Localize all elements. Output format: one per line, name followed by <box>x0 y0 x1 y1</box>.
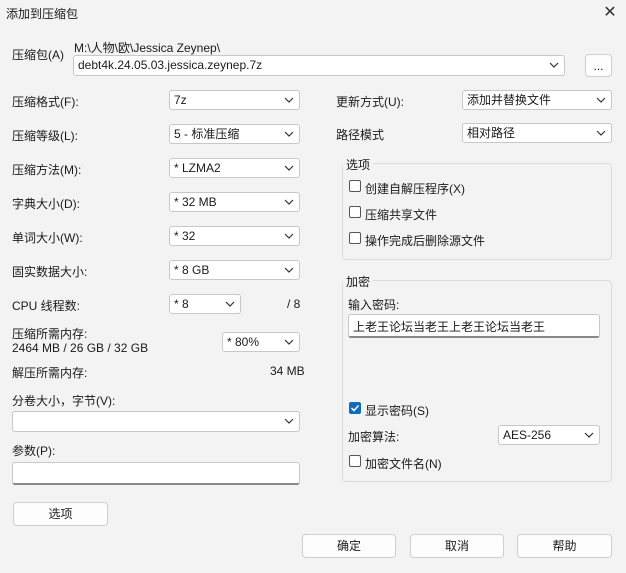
pathmode-combo[interactable]: 相对路径 <box>462 123 612 143</box>
show-password-label: 显示密码(S) <box>365 404 429 418</box>
ok-button[interactable]: 确定 <box>302 534 396 558</box>
params-label: 参数(P): <box>12 444 56 458</box>
options-group-title: 选项 <box>343 156 374 173</box>
level-value: 5 - 标准压缩 <box>174 127 240 141</box>
chevron-down-icon <box>595 93 607 107</box>
shared-files-checkbox[interactable] <box>349 206 361 218</box>
word-label: 单词大小(W): <box>12 231 83 245</box>
password-value: 上老王论坛当老王上老王论坛当老王 <box>353 320 546 334</box>
archive-label: 压缩包(A) <box>12 48 64 62</box>
split-label: 分卷大小，字节(V): <box>12 394 116 408</box>
format-label: 压缩格式(F): <box>12 95 79 109</box>
window-title: 添加到压缩包 <box>6 7 79 21</box>
mem-decompress-label: 解压所需内存: <box>12 366 88 380</box>
show-password-checkbox[interactable] <box>349 402 361 414</box>
browse-button[interactable]: ... <box>585 54 612 77</box>
solid-value: * 8 GB <box>174 263 210 277</box>
encryption-group-title: 加密 <box>343 273 374 290</box>
word-value: * 32 <box>174 229 196 243</box>
encryption-method-combo[interactable]: AES-256 <box>498 425 600 445</box>
chevron-down-icon <box>224 297 236 311</box>
encrypt-names-label: 加密文件名(N) <box>365 457 442 471</box>
close-icon[interactable]: ✕ <box>600 3 620 23</box>
mem-compress-detail: 2464 MB / 26 GB / 32 GB <box>12 341 149 355</box>
mem-decompress-value: 34 MB <box>270 364 305 378</box>
format-combo[interactable]: 7z <box>169 90 300 110</box>
options-button[interactable]: 选项 <box>13 502 108 526</box>
mem-usage-combo[interactable]: * 80% <box>222 332 300 352</box>
params-input[interactable] <box>12 462 300 485</box>
chevron-down-icon <box>283 414 295 428</box>
archive-filename-combo[interactable]: debt4k.24.05.03.jessica.zeynep.7z <box>73 55 565 76</box>
dict-value: * 32 MB <box>174 195 217 209</box>
chevron-down-icon <box>283 195 295 209</box>
encrypt-names-checkbox[interactable] <box>349 455 361 467</box>
archive-path: M:\人物\欧\Jessica Zeynep\ <box>74 41 221 55</box>
pathmode-value: 相对路径 <box>467 126 516 140</box>
format-value: 7z <box>174 93 187 107</box>
level-combo[interactable]: 5 - 标准压缩 <box>169 124 300 144</box>
solid-combo[interactable]: * 8 GB <box>169 260 300 280</box>
chevron-down-icon <box>283 161 295 175</box>
title-bar <box>0 0 626 26</box>
word-combo[interactable]: * 32 <box>169 226 300 246</box>
sfx-label: 创建自解压程序(X) <box>365 182 465 196</box>
level-label: 压缩等级(L): <box>12 129 79 143</box>
chevron-down-icon <box>283 127 295 141</box>
encryption-method-value: AES-256 <box>503 428 552 442</box>
archive-filename-value: debt4k.24.05.03.jessica.zeynep.7z <box>78 58 263 72</box>
threads-max: / 8 <box>287 297 301 311</box>
sfx-checkbox[interactable] <box>349 180 361 192</box>
mem-usage-value: * 80% <box>227 335 260 349</box>
chevron-down-icon <box>595 126 607 140</box>
cancel-button[interactable]: 取消 <box>410 534 504 558</box>
chevron-down-icon <box>283 229 295 243</box>
update-value: 添加并替换文件 <box>467 93 552 107</box>
password-input[interactable]: 上老王论坛当老王上老王论坛当老王 <box>348 314 600 338</box>
pathmode-label: 路径模式 <box>336 128 385 142</box>
dict-combo[interactable]: * 32 MB <box>169 192 300 212</box>
dict-label: 字典大小(D): <box>12 197 80 211</box>
update-label: 更新方式(U): <box>336 95 404 109</box>
password-label: 输入密码: <box>348 298 400 312</box>
chevron-down-icon <box>283 93 295 107</box>
method-value: * LZMA2 <box>174 161 221 175</box>
method-combo[interactable]: * LZMA2 <box>169 158 300 178</box>
encryption-method-label: 加密算法: <box>348 430 400 444</box>
delete-source-checkbox[interactable] <box>349 232 361 244</box>
checkmark-icon <box>350 404 360 412</box>
threads-label: CPU 线程数: <box>12 299 81 313</box>
method-label: 压缩方法(M): <box>12 163 82 177</box>
chevron-down-icon <box>283 335 295 349</box>
help-button[interactable]: 帮助 <box>517 534 612 558</box>
shared-files-label: 压缩共享文件 <box>365 208 438 222</box>
chevron-down-icon <box>283 263 295 277</box>
solid-label: 固实数据大小: <box>12 265 88 279</box>
split-combo[interactable] <box>12 411 300 432</box>
mem-compress-label: 压缩所需内存: <box>12 327 88 341</box>
threads-combo[interactable]: * 8 <box>169 294 241 314</box>
delete-source-label: 操作完成后删除源文件 <box>365 234 486 248</box>
update-combo[interactable]: 添加并替换文件 <box>462 90 612 110</box>
threads-value: * 8 <box>174 297 189 311</box>
chevron-down-icon <box>548 58 560 72</box>
chevron-down-icon <box>583 428 595 442</box>
